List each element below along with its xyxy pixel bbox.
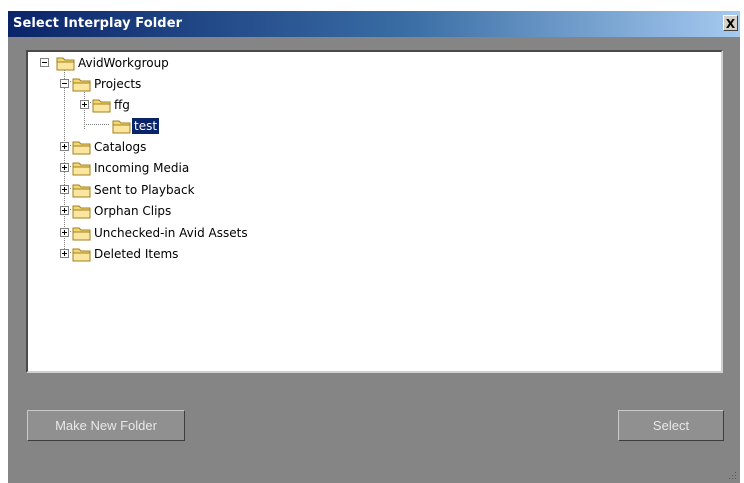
tree-node-unchecked-in-avid-assets[interactable]: Unchecked-in Avid Assets xyxy=(28,224,328,242)
tree-node-projects[interactable]: Projects xyxy=(28,75,328,93)
tree-node-sent-to-playback[interactable]: Sent to Playback xyxy=(28,181,328,199)
folder-icon xyxy=(92,99,111,113)
tree-label-test-selected: test xyxy=(132,118,160,134)
collapse-icon[interactable] xyxy=(40,58,49,67)
tree-label-catalogs: Catalogs xyxy=(94,140,147,154)
expand-icon[interactable] xyxy=(60,163,69,172)
make-new-folder-button[interactable]: Make New Folder xyxy=(27,410,185,441)
dialog-title: Select Interplay Folder xyxy=(13,16,183,31)
folder-icon xyxy=(72,205,91,219)
folder-icon xyxy=(72,162,91,176)
expand-icon[interactable] xyxy=(60,142,69,151)
resize-grip-icon[interactable] xyxy=(727,470,737,480)
tree-node-avidworkgroup[interactable]: AvidWorkgroup xyxy=(28,54,328,72)
tree-label-unchecked-in-avid-assets: Unchecked-in Avid Assets xyxy=(94,226,248,240)
select-button[interactable]: Select xyxy=(618,410,724,441)
folder-tree[interactable]: AvidWorkgroup Projects ffg test Catalogs… xyxy=(26,50,723,373)
dialog-body: AvidWorkgroup Projects ffg test Catalogs… xyxy=(8,37,740,483)
expand-icon[interactable] xyxy=(60,249,69,258)
close-icon: X xyxy=(725,17,736,31)
folder-icon xyxy=(72,248,91,262)
expand-icon[interactable] xyxy=(60,185,69,194)
tree-label-orphan-clips: Orphan Clips xyxy=(94,204,172,218)
tree-label-projects: Projects xyxy=(94,77,142,91)
tree-node-catalogs[interactable]: Catalogs xyxy=(28,138,328,156)
collapse-icon[interactable] xyxy=(60,79,69,88)
tree-node-orphan-clips[interactable]: Orphan Clips xyxy=(28,202,328,220)
close-button[interactable]: X xyxy=(723,15,738,31)
tree-node-deleted-items[interactable]: Deleted Items xyxy=(28,245,328,263)
expand-icon[interactable] xyxy=(60,206,69,215)
tree-node-ffg[interactable]: ffg xyxy=(28,96,328,114)
tree-label-ffg: ffg xyxy=(114,98,130,112)
select-folder-dialog: Select Interplay Folder X AvidWorkgroup … xyxy=(0,0,744,483)
folder-icon xyxy=(72,184,91,198)
tree-node-incoming-media[interactable]: Incoming Media xyxy=(28,159,328,177)
title-bar[interactable]: Select Interplay Folder X xyxy=(8,11,740,37)
tree-label-deleted-items: Deleted Items xyxy=(94,247,179,261)
tree-label-incoming-media: Incoming Media xyxy=(94,161,190,175)
tree-node-test[interactable]: test xyxy=(28,117,328,135)
folder-icon xyxy=(72,227,91,241)
folder-icon xyxy=(112,120,131,134)
expand-icon[interactable] xyxy=(60,228,69,237)
tree-label-avidworkgroup: AvidWorkgroup xyxy=(78,56,169,70)
folder-open-icon xyxy=(72,78,91,92)
tree-label-sent-to-playback: Sent to Playback xyxy=(94,183,195,197)
expand-icon[interactable] xyxy=(80,100,89,109)
folder-open-icon xyxy=(56,57,75,71)
folder-icon xyxy=(72,141,91,155)
